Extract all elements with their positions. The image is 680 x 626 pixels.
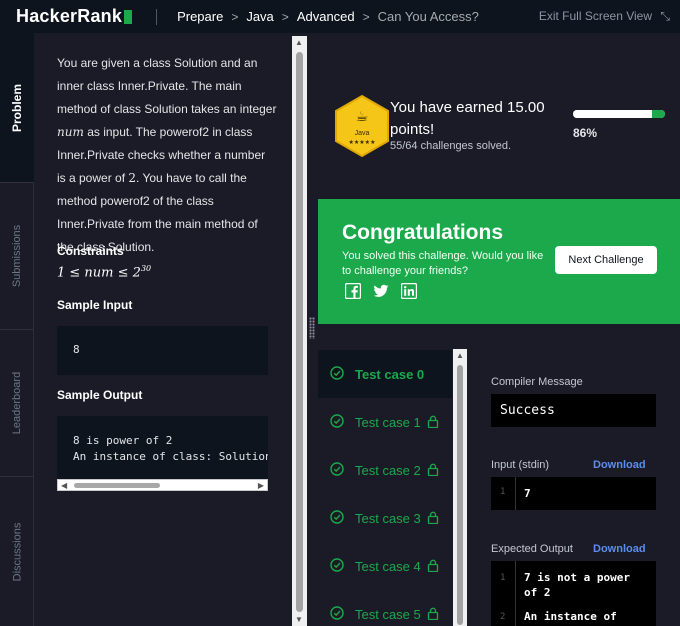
test-case-item-0[interactable]: Test case 0 <box>318 350 452 398</box>
side-tabs: Problem Submissions Leaderboard Discussi… <box>0 33 34 626</box>
input-stdin-label: Input (stdin) <box>491 459 550 471</box>
breadcrumb: Prepare > Java > Advanced > Can You Acce… <box>177 9 479 24</box>
check-circle-icon <box>330 606 344 620</box>
top-header: HackerRank Prepare > Java > Advanced > C… <box>0 0 680 33</box>
hscroll-thumb[interactable] <box>74 483 160 488</box>
check-circle-icon <box>330 558 344 572</box>
download-expected-link[interactable]: Download <box>593 543 646 555</box>
vscroll-thumb[interactable] <box>296 52 303 612</box>
hackerrank-logo[interactable]: HackerRank <box>16 6 133 27</box>
check-circle-icon <box>330 414 344 428</box>
test-case-label: Test case 3 <box>355 510 421 526</box>
check-circle-icon <box>330 366 344 380</box>
progress-fill <box>573 110 653 118</box>
scroll-left-icon[interactable]: ◀ <box>61 481 67 490</box>
progress-percent: 86% <box>573 126 598 140</box>
congrats-message: You solved this challenge. Would you lik… <box>342 250 544 277</box>
test-case-label: Test case 1 <box>355 414 421 430</box>
expected-output-label: Expected Output <box>491 543 573 555</box>
tab-problem[interactable]: Problem <box>0 33 34 183</box>
lock-icon <box>427 463 439 476</box>
scroll-right-icon[interactable]: ▶ <box>258 481 264 490</box>
tab-submissions[interactable]: Submissions <box>0 183 34 330</box>
test-case-label: Test case 5 <box>355 606 421 622</box>
tab-leaderboard[interactable]: Leaderboard <box>0 330 34 477</box>
problem-panel: You are given a class Solution and an in… <box>34 33 292 626</box>
java-badge-icon: ☕ Java ★★★★★ <box>335 94 389 158</box>
breadcrumb-advanced[interactable]: Advanced <box>297 9 355 24</box>
badge-label: Java <box>355 130 370 137</box>
math-var-num: num <box>57 125 84 139</box>
line-number: 2 <box>500 612 506 622</box>
sample-input-box: 8 <box>57 326 268 375</box>
chevron-right-icon: > <box>231 9 239 24</box>
expected-output-box: 1 7 is not a power of 2 2 An instance of <box>491 561 656 626</box>
scroll-up-icon[interactable]: ▲ <box>456 351 464 360</box>
drag-handle-icon[interactable] <box>309 317 315 339</box>
breadcrumb-prepare[interactable]: Prepare <box>177 9 223 24</box>
vscroll-thumb[interactable] <box>457 365 463 625</box>
chevron-right-icon: > <box>281 9 289 24</box>
lock-icon <box>427 415 439 428</box>
result-panel: ☕ Java ★★★★★ You have earned 15.00 point… <box>317 36 680 626</box>
linkedin-icon[interactable] <box>401 283 417 299</box>
test-case-item-3[interactable]: Test case 3 <box>318 494 452 542</box>
expected-line-2: An instance of <box>524 610 617 623</box>
tab-discussions[interactable]: Discussions <box>0 477 34 626</box>
test-case-item-2[interactable]: Test case 2 <box>318 446 452 494</box>
breadcrumb-current: Can You Access? <box>377 9 479 24</box>
check-circle-icon <box>330 510 344 524</box>
math-two: 2 <box>128 171 137 185</box>
test-case-item-4[interactable]: Test case 4 <box>318 542 452 590</box>
test-case-label: Test case 0 <box>355 366 425 382</box>
test-case-item-1[interactable]: Test case 1 <box>318 398 452 446</box>
problem-vscrollbar[interactable]: ▲ ▼ <box>292 36 307 626</box>
sample-input-title: Sample Input <box>57 298 133 312</box>
lock-icon <box>427 607 439 620</box>
chevron-right-icon: > <box>362 9 370 24</box>
breadcrumb-java[interactable]: Java <box>246 9 273 24</box>
svg-text:☕: ☕ <box>356 109 369 125</box>
badge-stars: ★★★★★ <box>349 139 376 146</box>
expected-line-1: 7 is not a power of 2 <box>524 571 630 599</box>
facebook-icon[interactable] <box>345 283 361 299</box>
congrats-title: Congratulations <box>342 221 503 244</box>
twitter-icon[interactable] <box>373 283 389 299</box>
check-circle-icon <box>330 462 344 476</box>
logo-square-icon <box>124 9 133 24</box>
scroll-up-icon[interactable]: ▲ <box>295 38 303 47</box>
congratulations-banner: Congratulations You solved this challeng… <box>318 199 680 324</box>
header-divider <box>156 8 158 25</box>
compiler-message-label: Compiler Message <box>491 376 583 388</box>
scroll-down-icon[interactable]: ▼ <box>295 615 303 624</box>
test-case-vscrollbar[interactable]: ▲ <box>453 349 467 626</box>
challenges-solved-text: 55/64 challenges solved. <box>390 140 512 152</box>
test-case-label: Test case 4 <box>355 558 421 574</box>
problem-statement: You are given a class Solution and an in… <box>57 56 277 254</box>
progress-bar <box>573 110 665 118</box>
constraint-expression: 1 ≤ num ≤ 230 <box>57 264 152 281</box>
download-input-link[interactable]: Download <box>593 459 646 471</box>
line-number: 1 <box>500 487 506 497</box>
lock-icon <box>427 559 439 572</box>
line-number: 1 <box>500 573 506 583</box>
test-case-label: Test case 2 <box>355 462 421 478</box>
input-value: 7 <box>524 487 531 500</box>
input-stdin-box: 1 7 <box>491 477 656 510</box>
progress-remaining <box>652 110 665 118</box>
collapse-icon[interactable]: ⤡ <box>660 9 670 24</box>
sample-output-hscrollbar[interactable]: ◀ ▶ <box>57 479 268 491</box>
sample-output-box: 8 is power of 2 An instance of class: So… <box>57 416 268 480</box>
next-challenge-button[interactable]: Next Challenge <box>555 246 657 274</box>
sample-output-title: Sample Output <box>57 388 143 402</box>
constraints-title: Constraints <box>57 244 124 258</box>
test-case-item-5[interactable]: Test case 5 <box>318 590 452 626</box>
exit-fullscreen-link[interactable]: Exit Full Screen View <box>539 9 652 23</box>
points-earned-text: You have earned 15.00 points! <box>390 99 545 138</box>
compiler-message-text: Success <box>500 403 555 418</box>
lock-icon <box>427 511 439 524</box>
compiler-message-box: Success <box>491 394 656 427</box>
test-case-list: Test case 0 Test case 1 Test case 2 Test… <box>318 349 452 626</box>
